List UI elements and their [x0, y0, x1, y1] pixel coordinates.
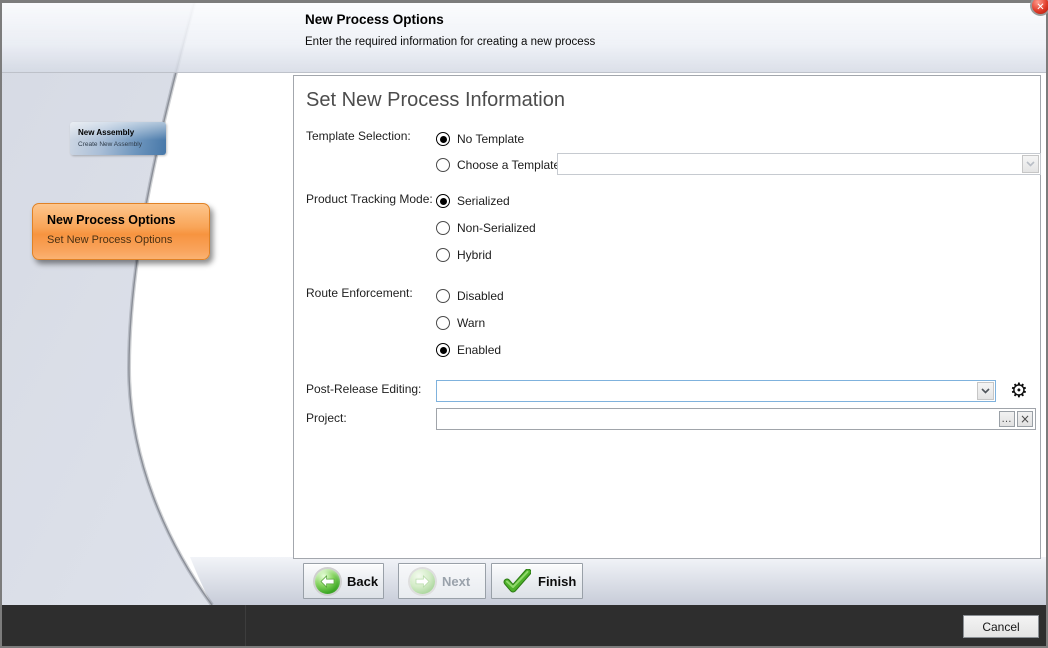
- radio-label: Hybrid: [457, 248, 492, 262]
- radio-button-icon[interactable]: [436, 194, 450, 208]
- cancel-button[interactable]: Cancel: [963, 615, 1039, 638]
- chevron-down-icon[interactable]: [1022, 155, 1039, 173]
- wizard-step-new-process-options[interactable]: New Process Options Set New Process Opti…: [32, 203, 210, 260]
- project-label: Project:: [306, 411, 347, 425]
- route-enforcement-label: Route Enforcement:: [306, 286, 413, 300]
- gear-icon[interactable]: ⚙: [1010, 379, 1028, 401]
- radio-label: No Template: [457, 132, 524, 146]
- radio-label: Serialized: [457, 194, 510, 208]
- post-release-editing-label: Post-Release Editing:: [306, 382, 421, 396]
- browse-ellipsis-icon[interactable]: …: [999, 411, 1015, 427]
- radio-label: Warn: [457, 316, 485, 330]
- back-button[interactable]: Back: [303, 563, 384, 599]
- template-selection-label: Template Selection:: [306, 129, 411, 143]
- radio-no-template[interactable]: No Template: [436, 131, 524, 147]
- bottom-bar-divider: [245, 605, 246, 646]
- radio-button-icon[interactable]: [436, 316, 450, 330]
- radio-button-icon[interactable]: [436, 289, 450, 303]
- step-title: New Process Options: [47, 213, 209, 227]
- bottom-bar: Cancel: [2, 605, 1046, 646]
- next-button-label: Next: [442, 574, 470, 589]
- radio-label: Choose a Template: [457, 158, 560, 172]
- wizard-header: New Process Options Enter the required i…: [2, 3, 1046, 73]
- back-arrow-icon: [315, 569, 340, 594]
- project-field[interactable]: … ×: [436, 408, 1036, 430]
- radio-label: Non-Serialized: [457, 221, 536, 235]
- step-subtitle: Create New Assembly: [78, 141, 166, 148]
- radio-hybrid[interactable]: Hybrid: [436, 247, 492, 263]
- post-release-editing-combobox[interactable]: [436, 380, 996, 402]
- clear-x-icon[interactable]: ×: [1017, 411, 1033, 427]
- radio-button-icon[interactable]: [436, 343, 450, 357]
- radio-label: Enabled: [457, 343, 501, 357]
- next-button[interactable]: Next: [398, 563, 486, 599]
- page-title: New Process Options: [305, 12, 444, 27]
- radio-button-icon[interactable]: [436, 132, 450, 146]
- radio-button-icon[interactable]: [436, 248, 450, 262]
- radio-label: Disabled: [457, 289, 504, 303]
- finish-check-icon: [503, 569, 531, 593]
- step-subtitle: Set New Process Options: [47, 234, 209, 246]
- radio-enabled[interactable]: Enabled: [436, 342, 501, 358]
- radio-serialized[interactable]: Serialized: [436, 193, 510, 209]
- post-release-editing-input[interactable]: [439, 382, 973, 400]
- wizard-window: New Process Options Enter the required i…: [0, 0, 1048, 648]
- content-panel: Set New Process Information Template Sel…: [293, 75, 1041, 559]
- wizard-step-new-assembly[interactable]: New Assembly Create New Assembly: [70, 122, 166, 155]
- panel-title: Set New Process Information: [306, 89, 565, 112]
- template-combobox-input[interactable]: [560, 155, 1018, 173]
- template-combobox[interactable]: [557, 153, 1041, 175]
- page-subtitle: Enter the required information for creat…: [305, 36, 595, 48]
- radio-choose-template[interactable]: Choose a Template: [436, 157, 560, 173]
- radio-button-icon[interactable]: [436, 158, 450, 172]
- back-button-label: Back: [347, 574, 378, 589]
- radio-button-icon[interactable]: [436, 221, 450, 235]
- step-title: New Assembly: [78, 128, 166, 137]
- finish-button[interactable]: Finish: [491, 563, 583, 599]
- finish-button-label: Finish: [538, 574, 576, 589]
- product-tracking-mode-label: Product Tracking Mode:: [306, 192, 433, 206]
- next-arrow-icon: [410, 569, 435, 594]
- project-input[interactable]: [439, 410, 997, 428]
- radio-warn[interactable]: Warn: [436, 315, 485, 331]
- radio-disabled[interactable]: Disabled: [436, 288, 504, 304]
- radio-non-serialized[interactable]: Non-Serialized: [436, 220, 536, 236]
- close-icon: ✕: [1036, 2, 1044, 13]
- chevron-down-icon[interactable]: [977, 382, 994, 400]
